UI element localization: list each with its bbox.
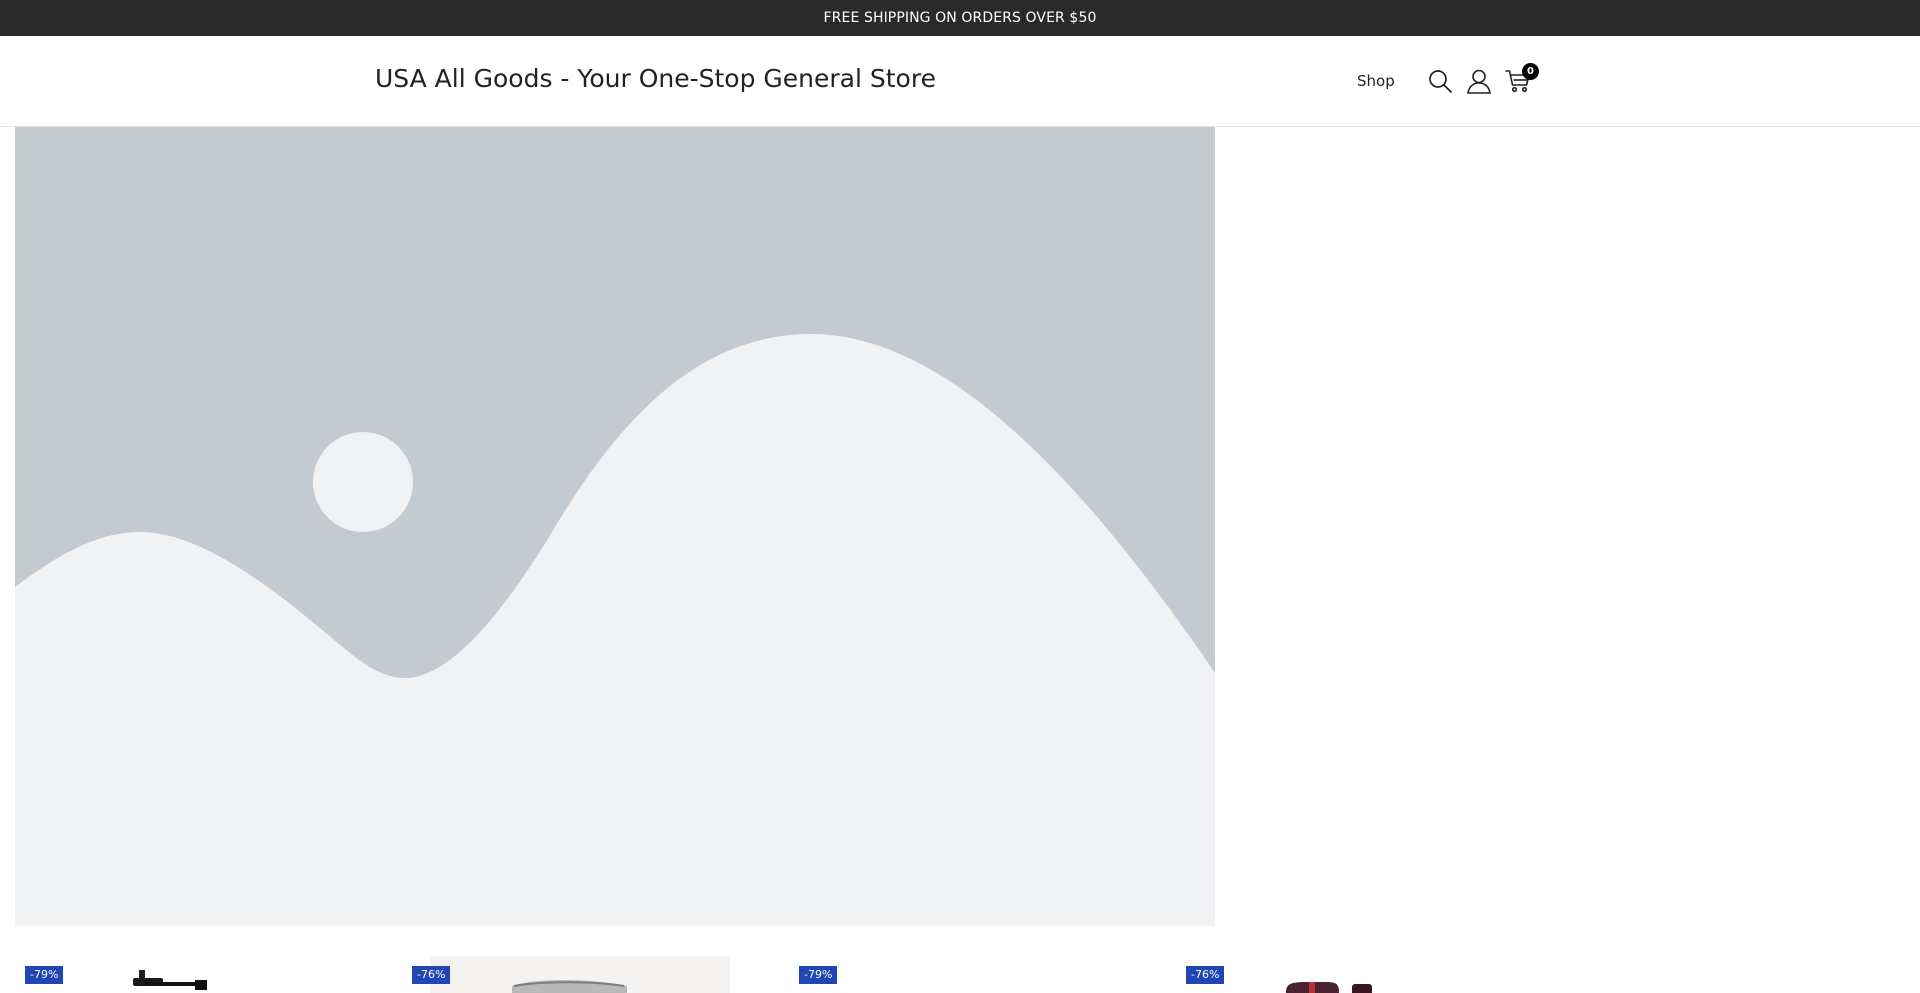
coffee-grinder-image <box>133 970 207 990</box>
discount-badge: -76% <box>1186 966 1225 984</box>
store-title-link[interactable]: USA All Goods - Your One-Stop General St… <box>375 64 936 93</box>
announcement-bar: FREE SHIPPING ON ORDERS OVER $50 <box>0 0 1920 36</box>
announcement-text: FREE SHIPPING ON ORDERS OVER $50 <box>823 10 1097 26</box>
steel-container-image <box>430 956 730 993</box>
discount-badge: -79% <box>25 966 64 984</box>
product-card[interactable]: -79% <box>789 946 1159 993</box>
hero-image-placeholder <box>15 127 1215 926</box>
cart-button[interactable]: 0 <box>1503 63 1539 96</box>
red-bottle-image <box>1286 982 1372 993</box>
product-grid: -79% -76% -79% -76% <box>0 946 1920 993</box>
discount-badge: -76% <box>412 966 451 984</box>
product-card[interactable]: -76% <box>402 946 772 993</box>
product-card[interactable]: -76% <box>1176 946 1546 993</box>
nav-shop-link[interactable]: Shop <box>1357 72 1395 90</box>
user-icon[interactable] <box>1464 66 1494 96</box>
discount-badge: -79% <box>799 966 838 984</box>
image-placeholder-icon <box>15 127 1215 926</box>
placeholder-sun <box>313 432 413 532</box>
product-image <box>789 956 1159 993</box>
cart-count-badge: 0 <box>1522 63 1539 80</box>
product-card[interactable]: -79% <box>15 946 385 993</box>
site-header: USA All Goods - Your One-Stop General St… <box>0 36 1920 127</box>
search-icon[interactable] <box>1425 66 1455 96</box>
